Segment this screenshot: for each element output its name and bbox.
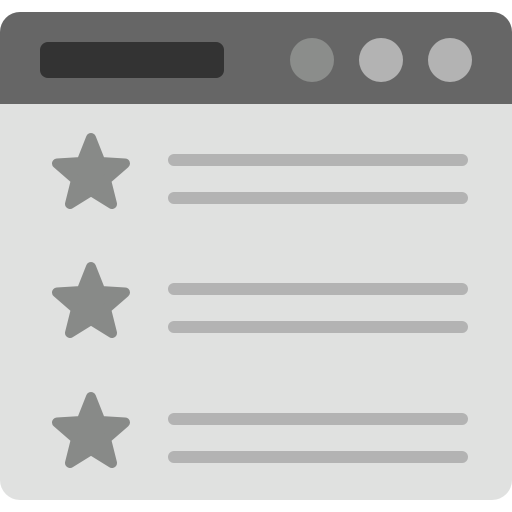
star-icon (52, 392, 130, 468)
window-control-button[interactable] (359, 38, 403, 82)
browser-window (0, 12, 512, 500)
star-icon (52, 262, 130, 338)
list-item-line (168, 192, 468, 204)
favorites-list (0, 104, 512, 500)
list-item-line (168, 413, 468, 425)
window-titlebar (0, 12, 512, 104)
star-icon (52, 133, 130, 209)
list-item-line (168, 451, 468, 463)
list-item-line (168, 154, 468, 166)
list-item[interactable] (0, 379, 512, 479)
list-item[interactable] (0, 120, 512, 220)
window-control-button[interactable] (428, 38, 472, 82)
address-bar[interactable] (40, 42, 224, 78)
window-control-button[interactable] (290, 38, 334, 82)
list-item-line (168, 321, 468, 333)
list-item[interactable] (0, 249, 512, 349)
list-item-line (168, 283, 468, 295)
